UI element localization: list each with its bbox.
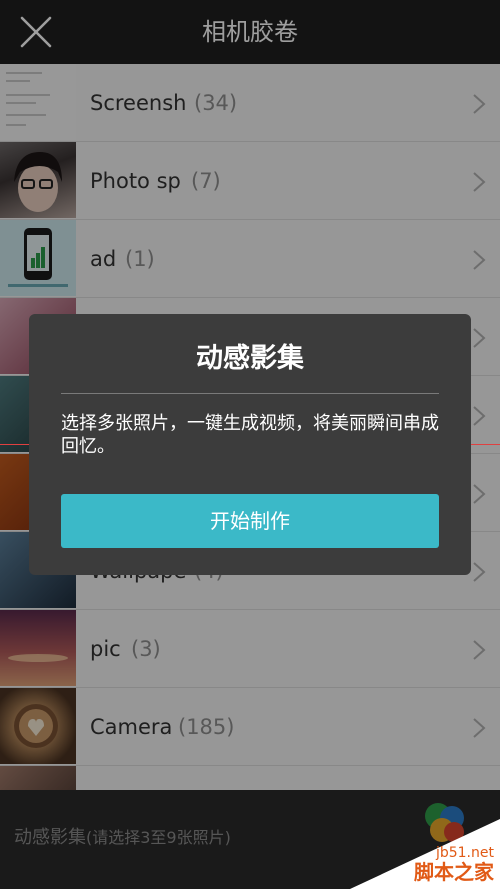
watermark: jb51.net 脚本之家 <box>350 819 500 889</box>
dialog-title: 动感影集 <box>196 343 304 374</box>
dialog-divider <box>61 393 439 394</box>
watermark-name: 脚本之家 <box>414 860 494 884</box>
intro-dialog: 动感影集 选择多张照片，一键生成视频，将美丽瞬间串成回忆。 开始制作 <box>29 314 471 575</box>
dialog-description: 选择多张照片，一键生成视频，将美丽瞬间串成回忆。 <box>61 413 439 457</box>
start-create-button[interactable]: 开始制作 <box>61 494 439 548</box>
